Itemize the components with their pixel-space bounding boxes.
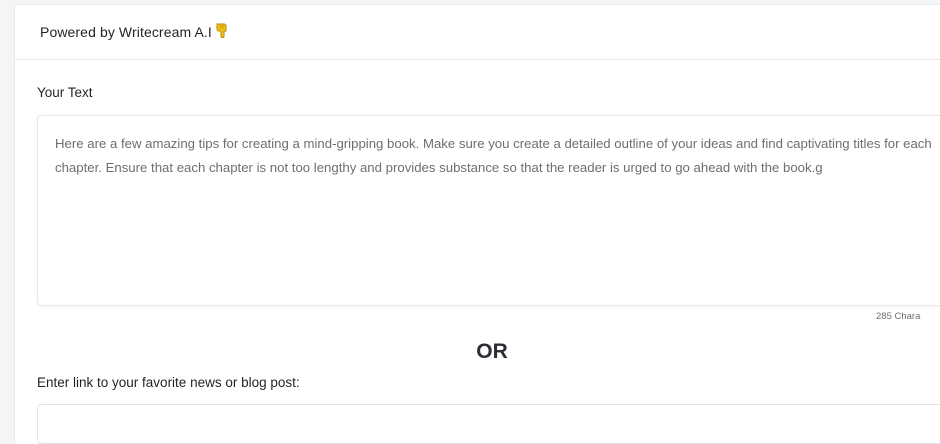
your-text-label: Your Text — [37, 85, 93, 100]
pointing-down-hand-icon — [215, 22, 229, 43]
link-input[interactable] — [37, 404, 940, 444]
card-header: Powered by Writecream A.I — [15, 5, 940, 60]
powered-by-text: Powered by Writecream A.I — [40, 24, 212, 40]
link-label: Enter link to your favorite news or blog… — [37, 375, 300, 390]
character-count: 285 Chara — [876, 311, 921, 322]
your-text-textarea[interactable]: Here are a few amazing tips for creating… — [37, 115, 940, 306]
or-divider: OR — [476, 340, 508, 363]
